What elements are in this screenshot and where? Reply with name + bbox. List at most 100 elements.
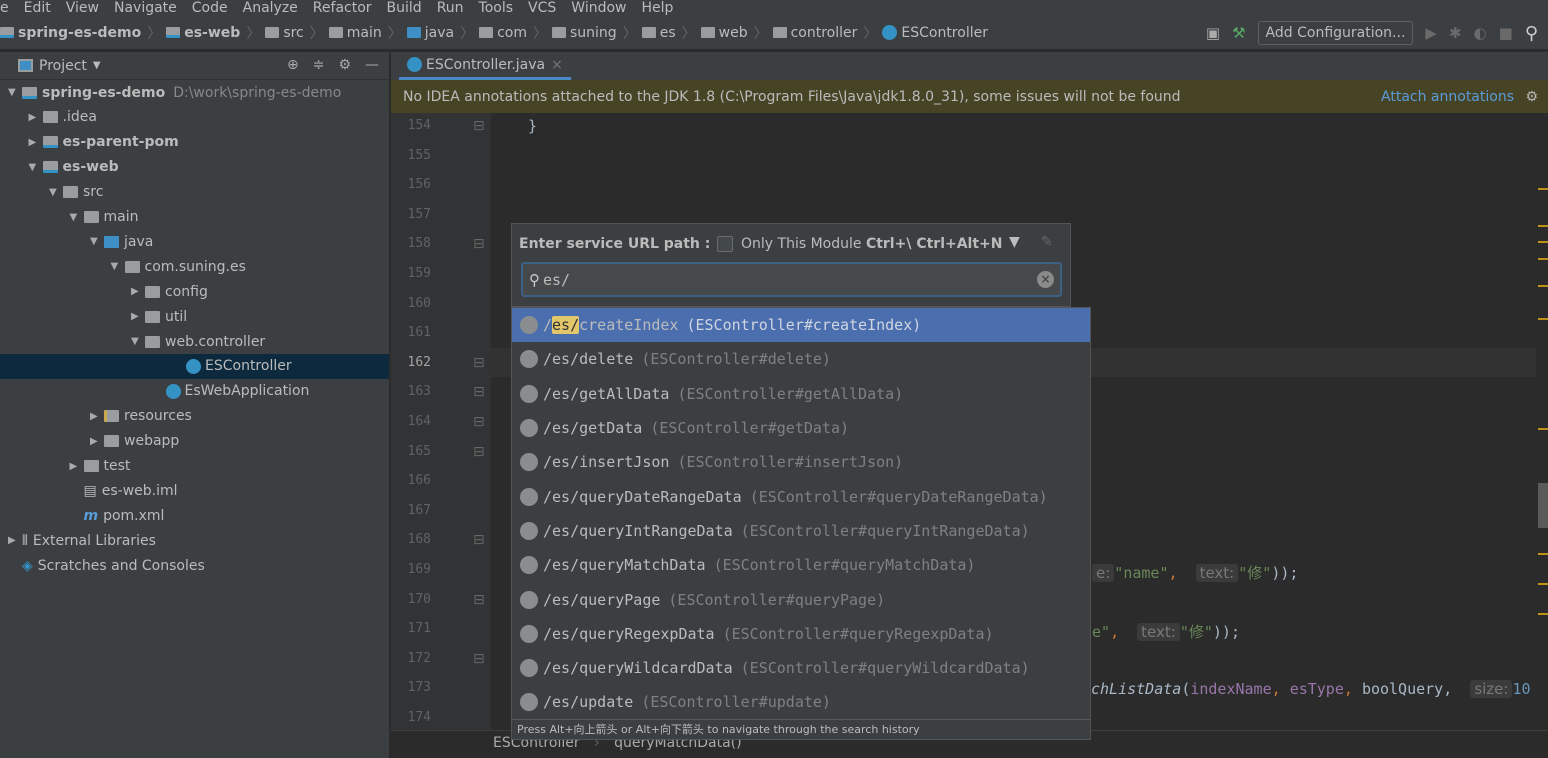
- locate-icon[interactable]: ⊕: [287, 57, 299, 73]
- menu-analyze[interactable]: Analyze: [243, 1, 298, 15]
- menu-view[interactable]: View: [66, 1, 99, 15]
- tab-escontroller-java[interactable]: ESController.java ×: [399, 52, 571, 80]
- tree-item-webapp[interactable]: ▶ webapp: [0, 429, 389, 454]
- url-result-item[interactable]: /es/getAllData (ESController#getAllData): [512, 377, 1090, 411]
- breadcrumb-ESController[interactable]: ESController: [882, 25, 988, 41]
- tree-item-java[interactable]: ▼ java: [0, 229, 389, 254]
- class-icon: [186, 358, 201, 374]
- tree-item-EsWebApplication[interactable]: EsWebApplication: [0, 379, 389, 404]
- breadcrumb-java[interactable]: java: [406, 25, 454, 41]
- tree-item-src[interactable]: ▼ src: [0, 180, 389, 205]
- url-result-item[interactable]: /es/queryDateRangeData (ESController#quer…: [512, 479, 1090, 513]
- fold-icon[interactable]: ⊟: [473, 592, 485, 608]
- url-result-item[interactable]: /es/update (ESController#update): [512, 685, 1090, 719]
- project-view-selector[interactable]: Project: [39, 58, 87, 74]
- url-result-item[interactable]: /es/queryPage (ESController#queryPage): [512, 582, 1090, 616]
- url-result-item[interactable]: /es/queryMatchData (ESController#queryMat…: [512, 548, 1090, 582]
- fold-icon[interactable]: ⊟: [473, 532, 485, 548]
- tree-item-test[interactable]: ▶ test: [0, 454, 389, 479]
- fold-icon[interactable]: ⊟: [473, 118, 485, 134]
- tree-item-web.controller[interactable]: ▼ web.controller: [0, 329, 389, 354]
- fold-icon[interactable]: ⊟: [473, 384, 485, 400]
- only-this-module-label[interactable]: Only This Module Ctrl+\ Ctrl+Alt+N: [741, 236, 1003, 252]
- tree-item-es-web.iml[interactable]: ▤ es-web.iml: [0, 478, 389, 503]
- url-result-item[interactable]: /es/delete (ESController#delete): [512, 342, 1090, 376]
- build-hammer-icon[interactable]: ⚒: [1232, 24, 1245, 42]
- url-result-item[interactable]: /es/queryIntRangeData (ESController#query…: [512, 514, 1090, 548]
- menu-code[interactable]: Code: [192, 1, 228, 15]
- only-this-module-checkbox[interactable]: [717, 236, 733, 252]
- tree-item-ESController[interactable]: ESController: [0, 353, 389, 379]
- tree-item-util[interactable]: ▶ util: [0, 304, 389, 329]
- error-stripe-scrollbar[interactable]: [1536, 113, 1548, 730]
- menu-build[interactable]: Build: [387, 1, 422, 15]
- menu-window[interactable]: Window: [571, 1, 626, 15]
- menu-tools[interactable]: Tools: [479, 1, 514, 15]
- clear-icon[interactable]: ×: [1037, 271, 1054, 288]
- menu-run[interactable]: Run: [437, 1, 464, 15]
- breadcrumb-es[interactable]: es: [641, 25, 676, 41]
- gear-icon[interactable]: ⚙: [1525, 89, 1538, 105]
- breadcrumb-web[interactable]: web: [700, 25, 748, 41]
- breadcrumb-es-web[interactable]: es-web: [166, 25, 240, 41]
- line-number: 156: [407, 177, 431, 193]
- fold-icon[interactable]: ⊟: [473, 444, 485, 460]
- fold-icon[interactable]: ⊟: [473, 236, 485, 252]
- url-result-item[interactable]: /es/insertJson (ESController#insertJson): [512, 445, 1090, 479]
- gear-icon[interactable]: ⚙: [338, 57, 351, 73]
- tree-item-spring-es-demo[interactable]: ▼ spring-es-demo D:\work\spring-es-demo: [0, 80, 389, 105]
- menu-navigate[interactable]: Navigate: [114, 1, 177, 15]
- menu-vcs[interactable]: VCS: [528, 1, 556, 15]
- tree-item-es-parent-pom[interactable]: ▶ es-parent-pom: [0, 130, 389, 155]
- tree-item-.idea[interactable]: ▶ .idea: [0, 105, 389, 130]
- breadcrumb-spring-es-demo[interactable]: spring-es-demo: [0, 25, 141, 41]
- coverage-icon[interactable]: ◐: [1474, 24, 1487, 42]
- close-icon[interactable]: ×: [551, 57, 563, 73]
- tree-item-External Libraries[interactable]: ▶ ⫴ External Libraries: [0, 528, 389, 553]
- collapsed-arrow-icon: ▶: [90, 410, 98, 422]
- controller-method: (ESController#queryWildcardData): [740, 659, 1030, 678]
- breadcrumb-controller[interactable]: controller: [772, 25, 857, 41]
- folder-icon: [328, 27, 343, 38]
- breadcrumb-com[interactable]: com: [479, 25, 527, 41]
- menu-e[interactable]: e: [0, 1, 9, 15]
- breadcrumb-suning[interactable]: suning: [552, 25, 617, 41]
- tree-item-resources[interactable]: ▶ resources: [0, 404, 389, 429]
- url-result-item[interactable]: /es/queryRegexpData (ESController#queryRe…: [512, 617, 1090, 651]
- stop-icon[interactable]: ■: [1499, 24, 1513, 42]
- pin-icon[interactable]: ✎: [1041, 234, 1053, 250]
- breadcrumb-separator: 〉: [681, 25, 696, 42]
- tree-item-Scratches and Consoles[interactable]: ◈ Scratches and Consoles: [0, 553, 389, 578]
- filter-icon[interactable]: ▼: [1009, 234, 1020, 250]
- run-icon[interactable]: ▶: [1425, 24, 1437, 42]
- terminal-icon[interactable]: ▣: [1206, 24, 1220, 42]
- tree-item-config[interactable]: ▶ config: [0, 279, 389, 304]
- url-search-field[interactable]: ⚲ ×: [521, 262, 1062, 297]
- menu-edit[interactable]: Edit: [24, 1, 51, 15]
- url-search-input[interactable]: [543, 270, 1023, 289]
- menu-help[interactable]: Help: [642, 1, 674, 15]
- code-line-173: chListData(indexName, esType, boolQuery,…: [1091, 680, 1531, 698]
- fold-icon[interactable]: ⊟: [473, 651, 485, 667]
- tree-item-es-web[interactable]: ▼ es-web: [0, 155, 389, 180]
- collapse-all-icon[interactable]: ≑: [313, 57, 325, 73]
- scrollbar-thumb[interactable]: [1538, 483, 1548, 528]
- add-configuration-button[interactable]: Add Configuration...: [1257, 21, 1414, 45]
- chevron-down-icon[interactable]: ▼: [93, 60, 101, 71]
- fold-icon[interactable]: ⊟: [473, 414, 485, 430]
- fold-icon[interactable]: ⊟: [473, 355, 485, 371]
- debug-icon[interactable]: ✱: [1449, 24, 1462, 42]
- tree-item-com.suning.es[interactable]: ▼ com.suning.es: [0, 254, 389, 279]
- url-path: /es/queryPage: [543, 590, 661, 609]
- hide-icon[interactable]: —: [365, 57, 379, 73]
- tree-item-main[interactable]: ▼ main: [0, 205, 389, 230]
- url-result-item[interactable]: /es/getData (ESController#getData): [512, 411, 1090, 445]
- breadcrumb-main[interactable]: main: [328, 25, 382, 41]
- tree-item-pom.xml[interactable]: m pom.xml: [0, 503, 389, 528]
- menu-refactor[interactable]: Refactor: [313, 1, 372, 15]
- breadcrumb-src[interactable]: src: [265, 25, 304, 41]
- url-result-item[interactable]: /es/createIndex (ESController#createIndex…: [512, 308, 1090, 343]
- search-icon[interactable]: ⚲: [1525, 23, 1538, 44]
- attach-annotations-link[interactable]: Attach annotations: [1381, 89, 1514, 105]
- url-result-item[interactable]: /es/queryWildcardData (ESController#query…: [512, 651, 1090, 685]
